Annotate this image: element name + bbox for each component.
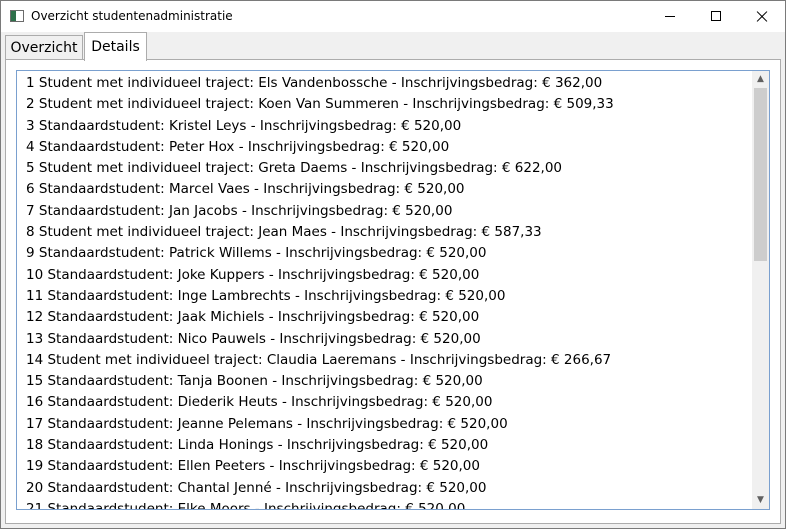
list-item[interactable]: 5 Student met individueel traject: Greta… — [26, 158, 751, 179]
tab-strip: Overzicht Details — [1, 32, 785, 61]
list-item[interactable]: 17 Standaardstudent: Jeanne Pelemans - I… — [26, 414, 751, 435]
list-item[interactable]: 11 Standaardstudent: Inge Lambrechts - I… — [26, 286, 751, 307]
list-item[interactable]: 10 Standaardstudent: Joke Kuppers - Insc… — [26, 265, 751, 286]
scroll-thumb[interactable] — [754, 88, 767, 261]
list-item[interactable]: 20 Standaardstudent: Chantal Jenné - Ins… — [26, 478, 751, 499]
list-item[interactable]: 7 Standaardstudent: Jan Jacobs - Inschri… — [26, 201, 751, 222]
list-item[interactable]: 12 Standaardstudent: Jaak Michiels - Ins… — [26, 307, 751, 328]
list-item[interactable]: 9 Standaardstudent: Patrick Willems - In… — [26, 243, 751, 264]
list-item[interactable]: 6 Standaardstudent: Marcel Vaes - Inschr… — [26, 179, 751, 200]
list-item[interactable]: 18 Standaardstudent: Linda Honings - Ins… — [26, 435, 751, 456]
list-item[interactable]: 3 Standaardstudent: Kristel Leys - Insch… — [26, 116, 751, 137]
list-item[interactable]: 21 Standaardstudent: Elke Moors - Inschr… — [26, 499, 751, 509]
maximize-button[interactable] — [693, 1, 739, 32]
list-item[interactable]: 13 Standaardstudent: Nico Pauwels - Insc… — [26, 329, 751, 350]
list-item[interactable]: 14 Student met individueel traject: Clau… — [26, 350, 751, 371]
list-items: 1 Student met individueel traject: Els V… — [26, 73, 751, 509]
tab-panel-details: 1 Student met individueel traject: Els V… — [5, 59, 781, 524]
list-item[interactable]: 16 Standaardstudent: Diederik Heuts - In… — [26, 392, 751, 413]
list-item[interactable]: 8 Student met individueel traject: Jean … — [26, 222, 751, 243]
list-item[interactable]: 4 Standaardstudent: Peter Hox - Inschrij… — [26, 137, 751, 158]
list-item[interactable]: 19 Standaardstudent: Ellen Peeters - Ins… — [26, 456, 751, 477]
student-listbox[interactable]: 1 Student met individueel traject: Els V… — [16, 70, 770, 510]
tab-overzicht[interactable]: Overzicht — [5, 35, 83, 60]
list-item[interactable]: 1 Student met individueel traject: Els V… — [26, 73, 751, 94]
close-button[interactable] — [739, 1, 785, 32]
app-icon — [10, 10, 24, 22]
list-item[interactable]: 15 Standaardstudent: Tanja Boonen - Insc… — [26, 371, 751, 392]
title-bar[interactable]: Overzicht studentenadministratie — [1, 1, 785, 32]
app-window: Overzicht studentenadministratie Overzic… — [0, 0, 786, 529]
scroll-down-icon[interactable]: ▼ — [752, 492, 769, 509]
minimize-button[interactable] — [647, 1, 693, 32]
tab-details[interactable]: Details — [84, 32, 147, 61]
list-item[interactable]: 2 Student met individueel traject: Koen … — [26, 94, 751, 115]
scroll-up-icon[interactable]: ▲ — [752, 71, 769, 88]
window-title: Overzicht studentenadministratie — [31, 9, 233, 23]
vertical-scrollbar[interactable]: ▲ ▼ — [752, 71, 769, 509]
